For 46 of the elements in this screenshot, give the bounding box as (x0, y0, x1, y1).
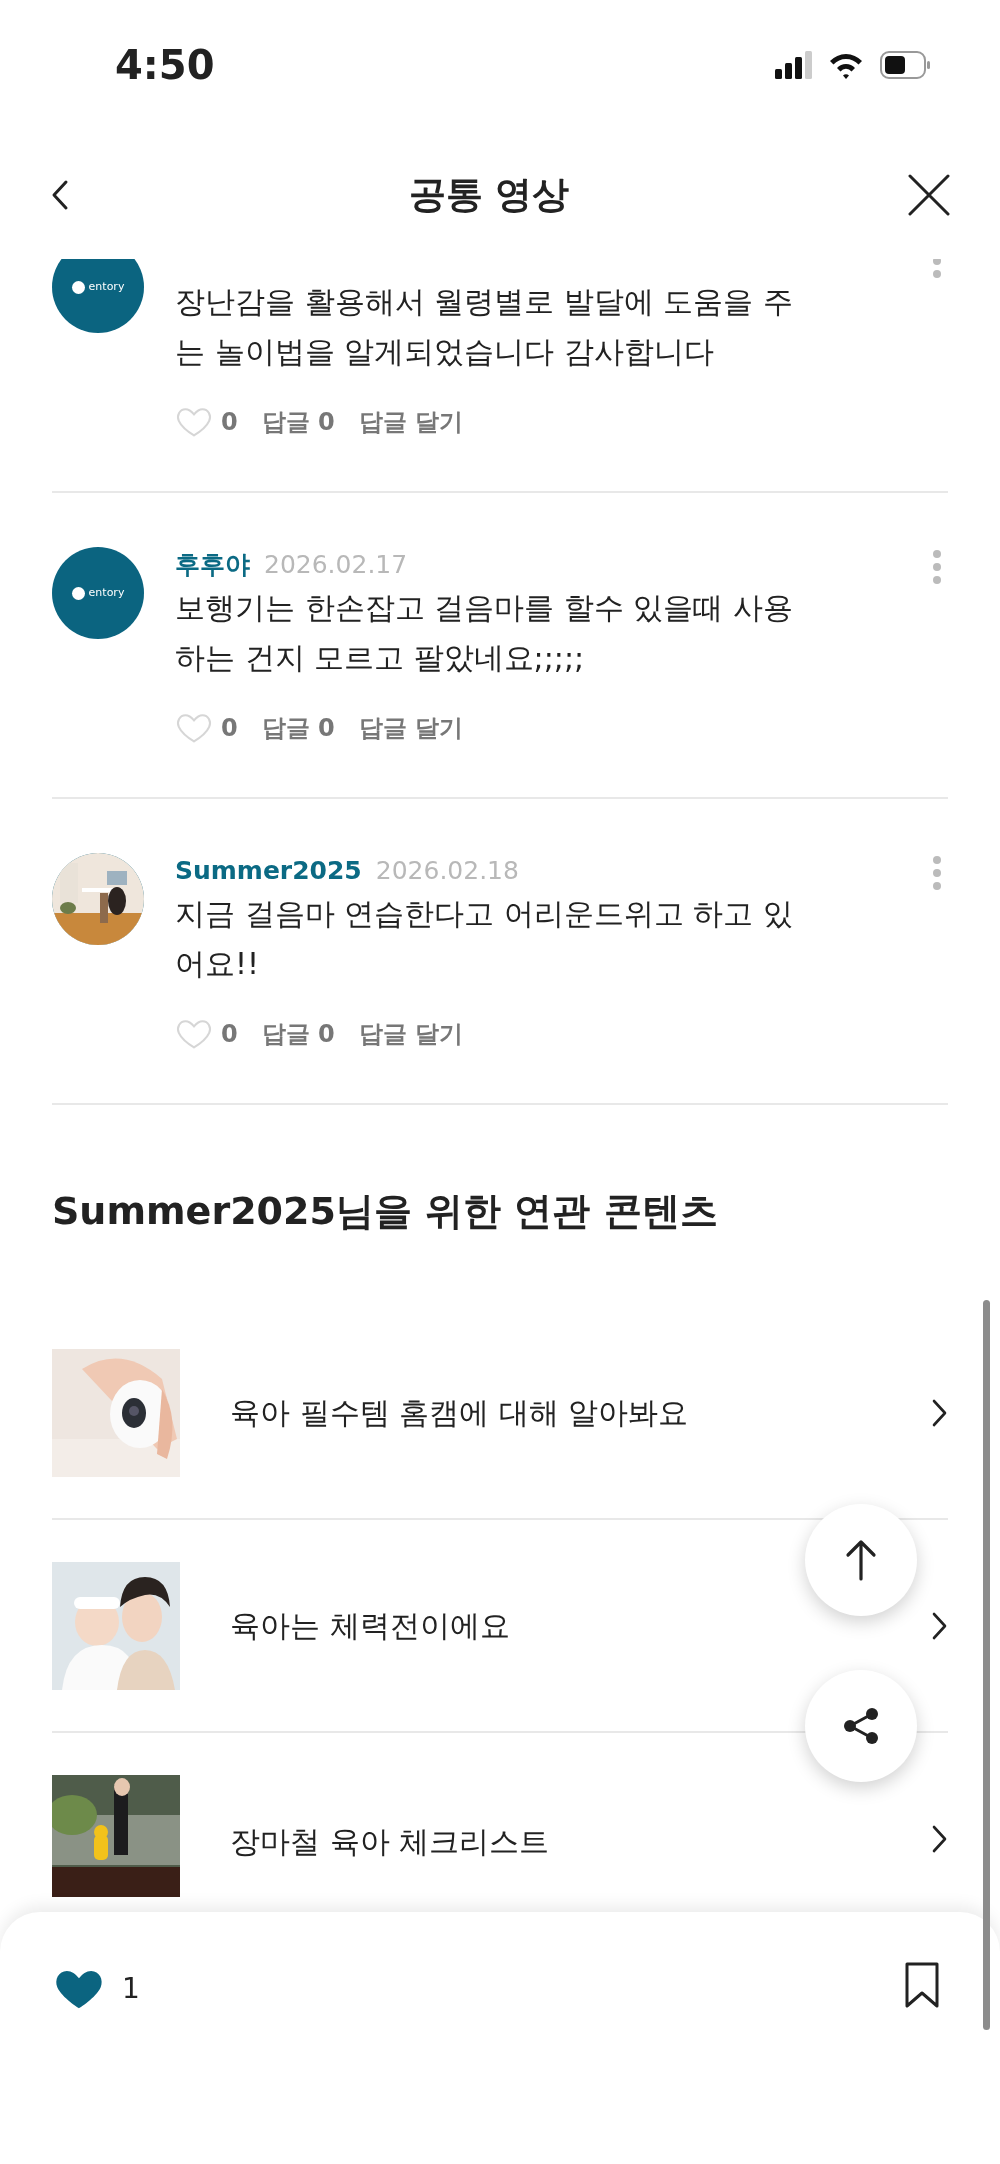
comment-date: 2026.02.17 (264, 549, 408, 581)
reply-link[interactable]: 답글 달기 (358, 404, 464, 440)
like-count: 1 (122, 1971, 140, 2007)
bookmark-button[interactable] (904, 1962, 940, 2008)
close-icon (908, 173, 950, 216)
author-name: Summer2025 (175, 855, 362, 887)
like-button[interactable]: 0 (175, 1015, 238, 1053)
battery-icon (880, 51, 930, 79)
chevron-right-icon (931, 1611, 948, 1640)
related-item[interactable]: 육아 필수템 홈캠에 대해 알아봐요 (52, 1307, 948, 1520)
chevron-right-icon (931, 1398, 948, 1427)
more-icon (932, 855, 942, 891)
signal-icon (775, 51, 812, 79)
logo-text: entory (88, 278, 125, 295)
comment-text: 지금 걸음마 연습한다고 어리운드위고 하고 있어요!! (175, 895, 794, 983)
author-name: 후후야 (175, 549, 250, 581)
like-count: 0 (221, 1019, 238, 1050)
section-title: Summer2025님을 위한 연관 콘텐츠 (51, 1188, 719, 1235)
item-title: 장마철 육아 체크리스트 (230, 1823, 551, 1861)
more-icon (932, 549, 942, 585)
wifi-icon (828, 51, 864, 79)
reply-link[interactable]: 답글 달기 (358, 1016, 464, 1052)
logo-mark-icon (71, 586, 85, 600)
back-icon (50, 178, 70, 211)
logo-mark-icon (71, 280, 85, 294)
like-button[interactable]: 0 (175, 403, 238, 441)
replies-link[interactable]: 답글 0 (261, 404, 335, 440)
like-count: 0 (221, 713, 238, 744)
comment-date: 2026.02.18 (375, 855, 519, 887)
like-count: 0 (221, 407, 238, 438)
logo-text: entory (88, 584, 125, 601)
comment-text: 장난감을 활용해서 월령별로 발달에 도움을 주는 놀이법을 알게되었습니다 감사합니다 (175, 283, 794, 371)
arrow-up-icon (845, 1539, 877, 1581)
replies-link[interactable]: 답글 0 (261, 1016, 335, 1052)
related-item[interactable]: 장마철 육아 체크리스트 (52, 1733, 948, 1897)
item-title: 육아는 체력전이에요 (230, 1607, 511, 1645)
like-button[interactable]: 1 (52, 1962, 140, 2016)
comment-text: 보행기는 한손잡고 걸음마를 할수 있을때 사용하는 건지 모르고 팔았네요;;;;; (175, 589, 794, 677)
chevron-right-icon (931, 1825, 948, 1853)
page-title: 공통 영상 (408, 171, 570, 218)
item-title: 육아 필수템 홈캠에 대해 알아봐요 (230, 1394, 690, 1432)
status-time: 4:50 (115, 41, 215, 90)
replies-link[interactable]: 답글 0 (261, 710, 335, 746)
reply-link[interactable]: 답글 달기 (358, 710, 464, 746)
share-icon (844, 1708, 878, 1744)
like-button[interactable]: 0 (175, 709, 238, 747)
